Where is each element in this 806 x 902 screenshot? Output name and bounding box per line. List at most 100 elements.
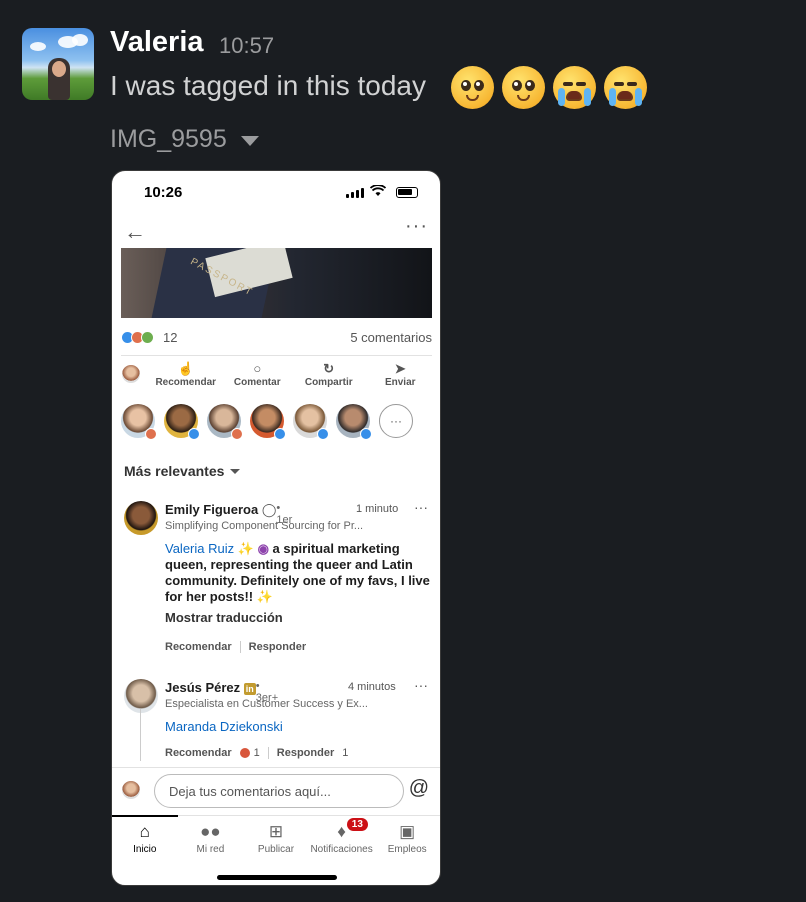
comment-time: 4 minutos — [348, 681, 396, 693]
tab-mi-red[interactable]: ●● Mi red — [178, 816, 244, 865]
comment-author-name: Jesús Pérez — [165, 680, 241, 695]
more-icon[interactable]: ··· — [405, 215, 428, 238]
loudly-crying-face-icon — [553, 66, 596, 109]
mention-link[interactable]: Maranda Dziekonski — [165, 719, 283, 735]
comment-icon: ○ — [253, 361, 262, 376]
recommend-link[interactable]: Recomendar — [165, 641, 232, 653]
comment-author[interactable]: Emily Figueroa ◯ • 1er — [165, 502, 292, 526]
sparkles-icon: ✨ — [237, 541, 254, 556]
thumbs-up-icon: ☝ — [177, 361, 194, 376]
recommend-link[interactable]: Recomendar — [165, 747, 232, 759]
tab-inicio[interactable]: ⌂ Inicio — [112, 815, 178, 865]
reactor-avatar[interactable] — [118, 361, 150, 391]
tab-label: Mi red — [196, 844, 225, 855]
attachment-name[interactable]: IMG_9595 — [110, 125, 259, 154]
comment-author-name: Emily Figueroa — [165, 502, 259, 517]
linkedin-premium-icon: in — [243, 683, 256, 695]
signal-icon — [346, 188, 364, 198]
avatar[interactable] — [22, 28, 94, 100]
sort-label: Más relevantes — [124, 463, 225, 479]
bottom-tab-bar: ⌂ Inicio ●● Mi red ⊞ Publicar ♦ 13 Notificaci… — [112, 815, 440, 865]
like-count: 1 — [253, 747, 260, 759]
comment-label: Comentar — [233, 377, 281, 388]
home-icon: ⌂ — [139, 822, 150, 841]
avatar[interactable] — [293, 404, 329, 440]
tab-notificaciones[interactable]: ♦ 13 Notificaciones — [309, 816, 375, 865]
wifi-icon — [370, 185, 386, 196]
tab-empleos[interactable]: ▣ Empleos — [374, 816, 440, 865]
back-arrow-icon[interactable]: ← — [124, 219, 146, 245]
post-actions: ☝ Recomendar ○ Comentar ↻ Compartir ➤ Enviar — [118, 361, 436, 391]
reply-count: 1 — [342, 747, 349, 759]
recommend-button[interactable]: ☝ Recomendar — [150, 361, 222, 391]
send-button[interactable]: ➤ Enviar — [365, 361, 437, 391]
more-icon[interactable]: ··· — [414, 677, 428, 693]
emoji-group — [451, 66, 647, 109]
share-label: Compartir — [304, 377, 353, 388]
comment-input[interactable]: Deja tus comentarios aquí... — [154, 774, 404, 808]
more-reactors-button[interactable]: ··· — [379, 404, 413, 438]
avatar[interactable] — [122, 781, 140, 799]
thread-line — [140, 709, 141, 761]
crystal-ball-icon: ◉ — [257, 541, 269, 556]
mention-at-icon[interactable]: @ — [409, 777, 429, 800]
avatar[interactable] — [124, 679, 158, 713]
more-icon[interactable]: ··· — [414, 499, 428, 515]
tab-publicar[interactable]: ⊞ Publicar — [243, 816, 309, 865]
status-time: 10:26 — [144, 184, 183, 201]
reactions-row: 12 5 comentarios — [121, 329, 432, 349]
tab-label: Notificaciones — [310, 844, 373, 855]
tab-label: Publicar — [257, 844, 295, 855]
avatar[interactable] — [250, 404, 286, 440]
comment-composer: Deja tus comentarios aquí... @ — [112, 767, 440, 813]
mention-link[interactable]: Valeria Ruiz — [165, 541, 234, 556]
tab-label: Inicio — [133, 844, 157, 855]
pleading-face-icon — [451, 66, 494, 109]
reply-link[interactable]: Responder — [249, 641, 306, 653]
comment-actions: Recomendar Responder — [165, 641, 306, 653]
avatar[interactable] — [121, 404, 157, 440]
comment-button[interactable]: ○ Comentar — [222, 361, 294, 391]
message-text: I was tagged in this today — [110, 70, 426, 101]
home-indicator — [217, 875, 337, 880]
divider — [121, 355, 432, 356]
comment-headline: Simplifying Component Sourcing for Pr... — [165, 520, 364, 532]
comment-headline: Especialista en Customer Success y Ex... — [165, 698, 368, 710]
reactor-avatars: ··· — [121, 404, 413, 440]
recommend-label: Recomendar — [155, 377, 217, 388]
comment-text-line1: a spiritual marketing — [272, 541, 400, 556]
heart-reaction-icon — [239, 748, 250, 758]
message-time[interactable]: 10:57 — [219, 33, 274, 59]
message-author[interactable]: Valeria — [110, 26, 204, 59]
translate-link[interactable]: Mostrar traducción — [165, 610, 283, 625]
comment-author[interactable]: Jesús Pérez in • 3er+ — [165, 680, 278, 704]
sparkles-icon: ✨ — [256, 589, 273, 604]
pleading-face-icon — [502, 66, 545, 109]
post-topbar: ← ··· — [112, 215, 440, 247]
avatar[interactable] — [164, 404, 200, 440]
avatar[interactable] — [124, 501, 158, 535]
comment-count[interactable]: 5 comentarios — [350, 330, 432, 345]
attached-image[interactable]: 10:26 ← ··· PASSPORT 12 5 comentarios ☝ R… — [111, 170, 441, 886]
status-bar: 10:26 — [112, 171, 440, 213]
battery-icon — [396, 187, 418, 198]
comment-actions: Recomendar 1 Responder 1 — [165, 747, 348, 759]
post-image: PASSPORT — [121, 248, 432, 318]
briefcase-icon: ▣ — [399, 822, 416, 841]
reaction-count[interactable]: 12 — [163, 330, 177, 345]
chevron-down-icon[interactable] — [240, 135, 259, 146]
sort-dropdown[interactable]: Más relevantes — [124, 463, 241, 479]
reply-link[interactable]: Responder — [277, 747, 334, 759]
notification-badge: 13 — [346, 818, 368, 831]
divider — [239, 641, 241, 653]
avatar[interactable] — [336, 404, 372, 440]
network-icon: ●● — [200, 822, 221, 841]
loudly-crying-face-icon — [604, 66, 647, 109]
share-button[interactable]: ↻ Compartir — [293, 361, 365, 391]
send-icon: ➤ — [394, 361, 406, 376]
avatar[interactable] — [207, 404, 243, 440]
plus-square-icon: ⊞ — [268, 822, 284, 841]
chevron-down-icon — [230, 468, 241, 474]
attachment-name-label: IMG_9595 — [110, 125, 227, 153]
repost-icon: ↻ — [323, 361, 335, 376]
